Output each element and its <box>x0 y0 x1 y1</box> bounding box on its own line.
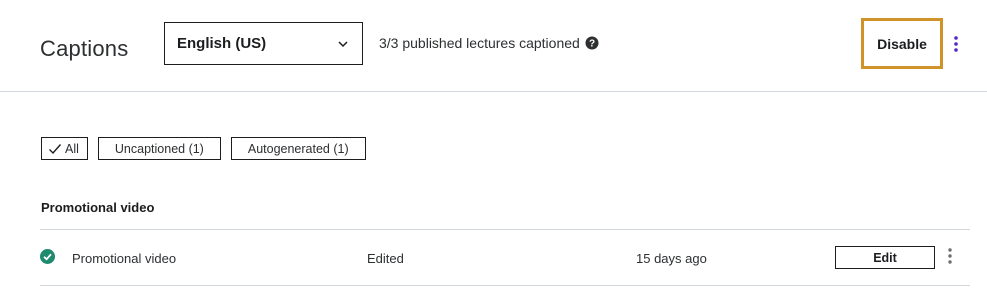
captions-header: Captions English (US) 3/3 published lect… <box>0 0 987 92</box>
language-select[interactable]: English (US) <box>164 22 363 65</box>
filter-uncaptioned[interactable]: Uncaptioned (1) <box>97 137 221 160</box>
filter-uncaptioned-label: Uncaptioned (1) <box>114 141 204 156</box>
language-select-value: English (US) <box>177 35 267 52</box>
filter-autogenerated[interactable]: Autogenerated (1) <box>230 137 366 160</box>
edit-button[interactable]: Edit <box>835 246 935 269</box>
row-lecture-name: Promotional video <box>72 251 177 266</box>
check-circle-icon <box>40 249 55 264</box>
captioned-status: 3/3 published lectures captioned ? <box>379 35 599 51</box>
row-caption-status: Edited <box>367 251 404 266</box>
filter-all-label: All <box>65 141 79 156</box>
check-icon <box>49 143 62 154</box>
disable-button-label: Disable <box>877 35 927 52</box>
edit-button-label: Edit <box>873 250 897 265</box>
vertical-ellipsis-icon[interactable] <box>950 34 962 54</box>
row-timestamp: 15 days ago <box>636 251 707 266</box>
captioned-status-text: 3/3 published lectures captioned <box>379 35 580 51</box>
question-circle-icon[interactable]: ? <box>585 36 599 50</box>
filter-autogenerated-label: Autogenerated (1) <box>247 141 349 156</box>
section-divider <box>40 229 970 230</box>
svg-text:?: ? <box>589 39 595 50</box>
filter-all[interactable]: All <box>41 137 88 160</box>
caption-filters: All Uncaptioned (1) Autogenerated (1) <box>41 137 366 160</box>
disable-button[interactable]: Disable <box>861 18 943 69</box>
section-title: Promotional video <box>41 200 155 215</box>
page-title: Captions <box>40 36 129 61</box>
table-row: Promotional video Edited 15 days ago Edi… <box>40 231 970 285</box>
vertical-ellipsis-icon[interactable] <box>945 247 955 265</box>
row-divider <box>40 285 970 286</box>
chevron-down-icon <box>338 41 348 48</box>
